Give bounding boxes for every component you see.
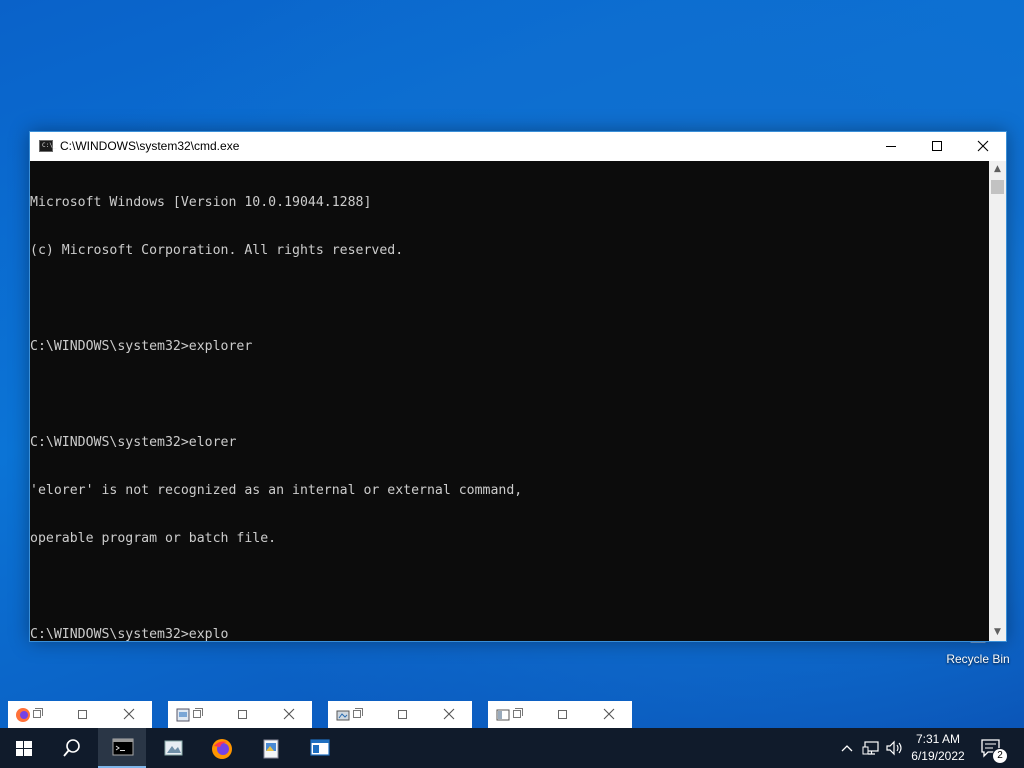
maximize-button[interactable] [914,132,960,161]
console-line: (c) Microsoft Corporation. All rights re… [30,243,404,258]
window-title: C:\WINDOWS\system32\cmd.exe [60,139,240,153]
console-line: Microsoft Windows [Version 10.0.19044.12… [30,195,372,210]
thumbnail-firefox[interactable] [8,701,152,728]
thumbnail-maximize-button[interactable] [398,710,407,719]
console-line: C:\WINDOWS\system32>explorer [30,339,253,354]
console-line: operable program or batch file. [30,531,277,546]
search-icon [63,739,80,757]
clock-date: 6/19/2022 [911,749,965,763]
console-input-line[interactable]: C:\WINDOWS\system32>explo [30,627,990,641]
vertical-scrollbar[interactable]: ▲ ▼ [989,161,1006,641]
console-line: C:\WINDOWS\system32>elorer [30,435,237,450]
thumbnail-close-icon[interactable] [443,708,455,720]
thumbnail-maximize-button[interactable] [238,710,247,719]
clock[interactable]: 7:31 AM 6/19/2022 [905,731,971,765]
search-button[interactable] [48,728,96,768]
firefox-icon [212,739,232,759]
console-line: 'elorer' is not recognized as an interna… [30,483,523,498]
thumbnail-restore-icon [353,708,363,718]
taskbar-photo-viewer[interactable] [148,728,196,768]
thumbnail-maximize-button[interactable] [78,710,87,719]
clock-time: 7:31 AM [915,732,961,746]
taskbar: 7:31 AM 6/19/2022 2 [0,728,1024,768]
window-titlebar[interactable]: C:\_ C:\WINDOWS\system32\cmd.exe [30,132,1006,161]
network-icon [336,710,350,721]
photo-viewer-icon [164,740,183,756]
app-window-icon [310,739,330,756]
thumbnail-window[interactable] [488,701,632,728]
taskbar-cmd[interactable] [98,728,146,768]
thumbnail-close-icon[interactable] [603,708,615,720]
thumbnail-close-icon[interactable] [123,708,135,720]
cmd-app-icon: C:\_ [39,140,56,152]
recycle-bin-label: Recycle Bin [946,652,1010,666]
taskbar-firefox[interactable] [197,728,245,768]
thumbnail-maximize-button[interactable] [558,710,567,719]
cmd-icon [112,738,134,756]
scrollbar-thumb[interactable] [991,180,1004,194]
taskbar-app-window[interactable] [295,728,343,768]
network-tray-icon[interactable] [862,738,880,758]
firefox-icon [16,708,30,722]
thumbnail-restore-icon [33,708,43,718]
chevron-up-icon[interactable] [840,738,854,758]
thumbnail-close-icon[interactable] [283,708,295,720]
start-icon [16,741,32,756]
taskbar-paint[interactable] [246,728,294,768]
close-icon [977,140,989,152]
scroll-up-arrow-icon[interactable]: ▲ [989,161,1006,178]
paint-icon [263,739,279,759]
volume-icon[interactable] [884,738,904,758]
notepad-icon [176,708,190,722]
thumbnail-network[interactable] [328,701,472,728]
start-button[interactable] [0,728,48,768]
thumbnail-notepad[interactable] [168,701,312,728]
minimize-button[interactable] [868,132,914,161]
console-output[interactable]: Microsoft Windows [Version 10.0.19044.12… [30,161,990,641]
notification-count-badge: 2 [992,748,1008,764]
thumbnail-restore-icon [193,708,203,718]
thumbnail-restore-icon [513,708,523,718]
window-icon [496,709,510,721]
cmd-window[interactable]: C:\_ C:\WINDOWS\system32\cmd.exe Microso… [29,131,1007,642]
scroll-down-arrow-icon[interactable]: ▼ [989,624,1006,641]
close-button[interactable] [960,132,1006,161]
